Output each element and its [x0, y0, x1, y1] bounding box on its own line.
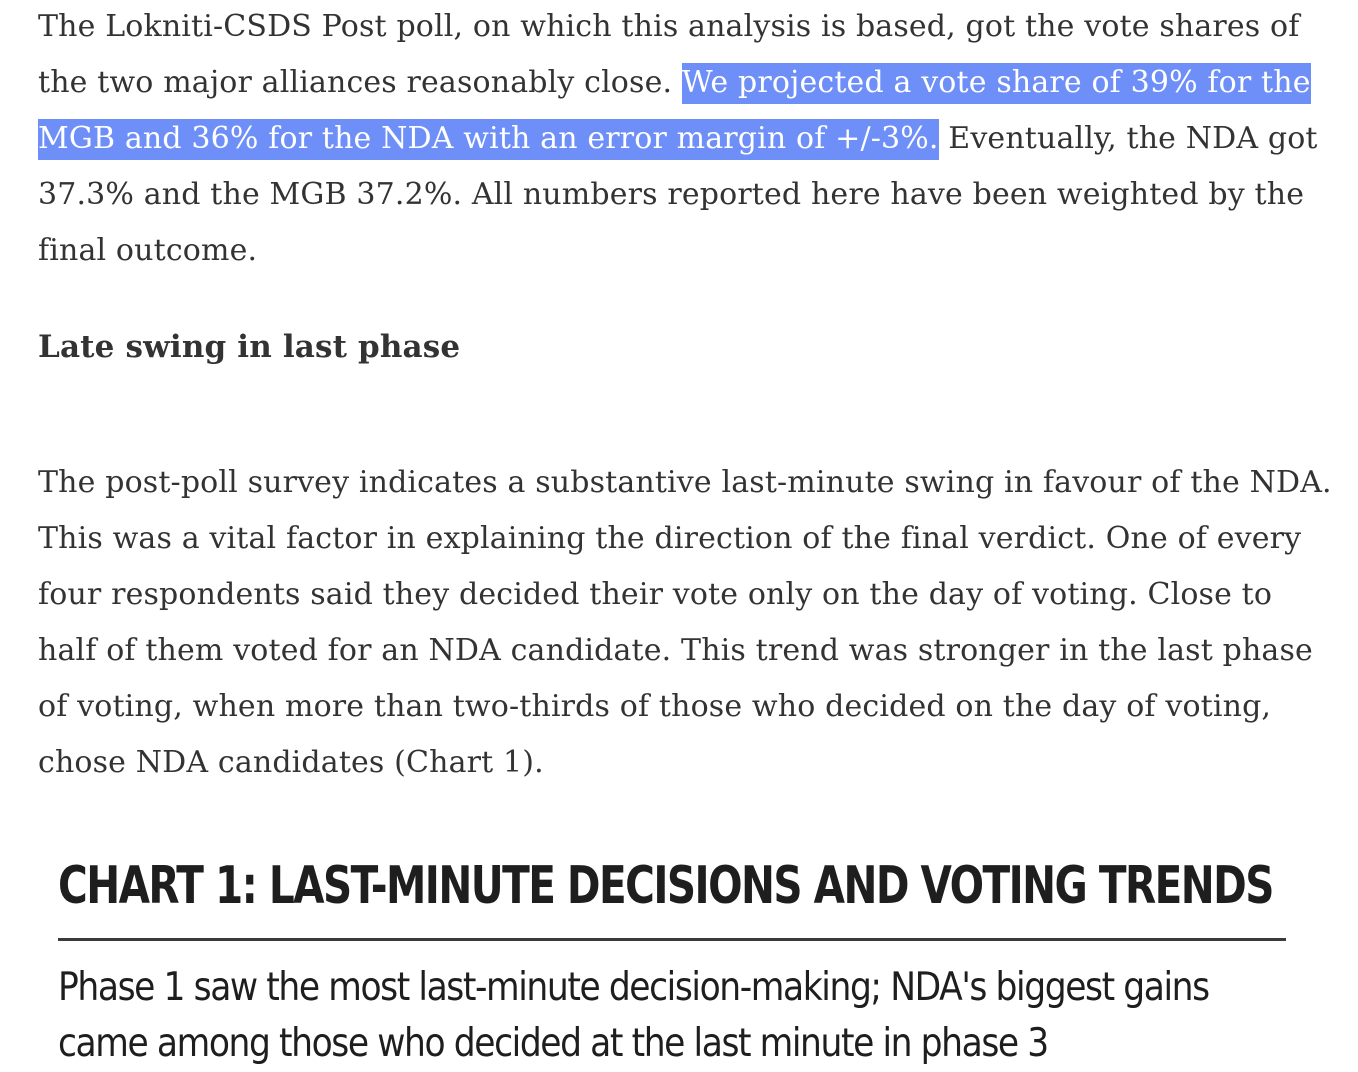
chart-subtitle-line: Phase 1 saw the most last-minute decisio… — [58, 965, 1210, 1010]
chart-divider — [58, 938, 1286, 941]
chart-figure: CHART 1: LAST-MINUTE DECISIONS AND VOTIN… — [58, 848, 1290, 1066]
paragraph-late-swing: The post-poll survey indicates a substan… — [38, 465, 1332, 780]
chart-title: CHART 1: LAST-MINUTE DECISIONS AND VOTIN… — [58, 856, 1274, 916]
chart-subtitle-line: came among those who decided at the last… — [58, 1021, 1049, 1066]
paragraph-poll-accuracy: The Lokniti-CSDS Post poll, on which thi… — [38, 0, 1328, 279]
section-heading: Late swing in last phase — [38, 329, 461, 365]
chart-subtitle: Phase 1 saw the most last-minute decisio… — [58, 960, 1297, 1072]
